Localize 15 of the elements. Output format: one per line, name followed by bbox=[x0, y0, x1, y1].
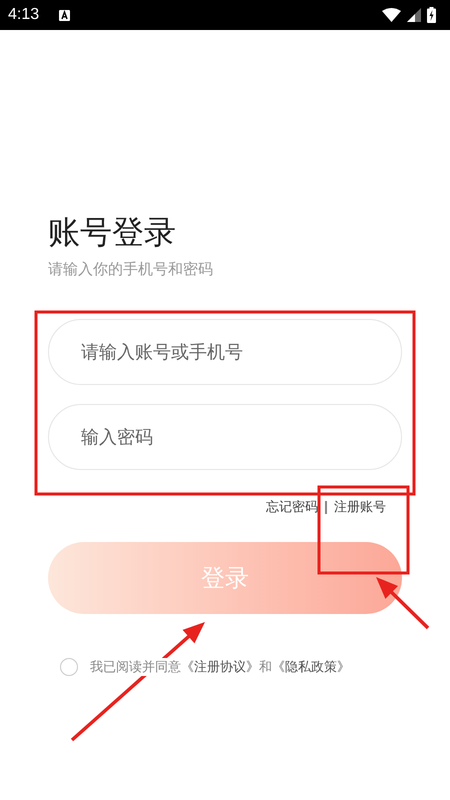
clock-time: 4:13 bbox=[8, 6, 40, 24]
password-field[interactable]: 输入密码 bbox=[48, 404, 402, 470]
annotation-arrow bbox=[376, 577, 430, 630]
privacy-link[interactable]: 《隐私政策》 bbox=[272, 660, 350, 675]
notification-icon bbox=[59, 10, 70, 20]
page-title: 账号登录 bbox=[48, 212, 177, 252]
signal-icon bbox=[407, 8, 421, 22]
battery-icon bbox=[427, 7, 436, 23]
agree-checkbox[interactable] bbox=[60, 658, 78, 676]
account-field[interactable]: 请输入账号或手机号 bbox=[48, 319, 402, 385]
subtitle: 请输入你的手机号和密码 bbox=[48, 260, 214, 279]
wifi-icon bbox=[382, 8, 401, 22]
forgot-password-link[interactable]: 忘记密码 bbox=[266, 498, 318, 516]
terms-link[interactable]: 《注册协议》 bbox=[181, 660, 259, 675]
register-link[interactable]: 注册账号 bbox=[334, 498, 386, 516]
